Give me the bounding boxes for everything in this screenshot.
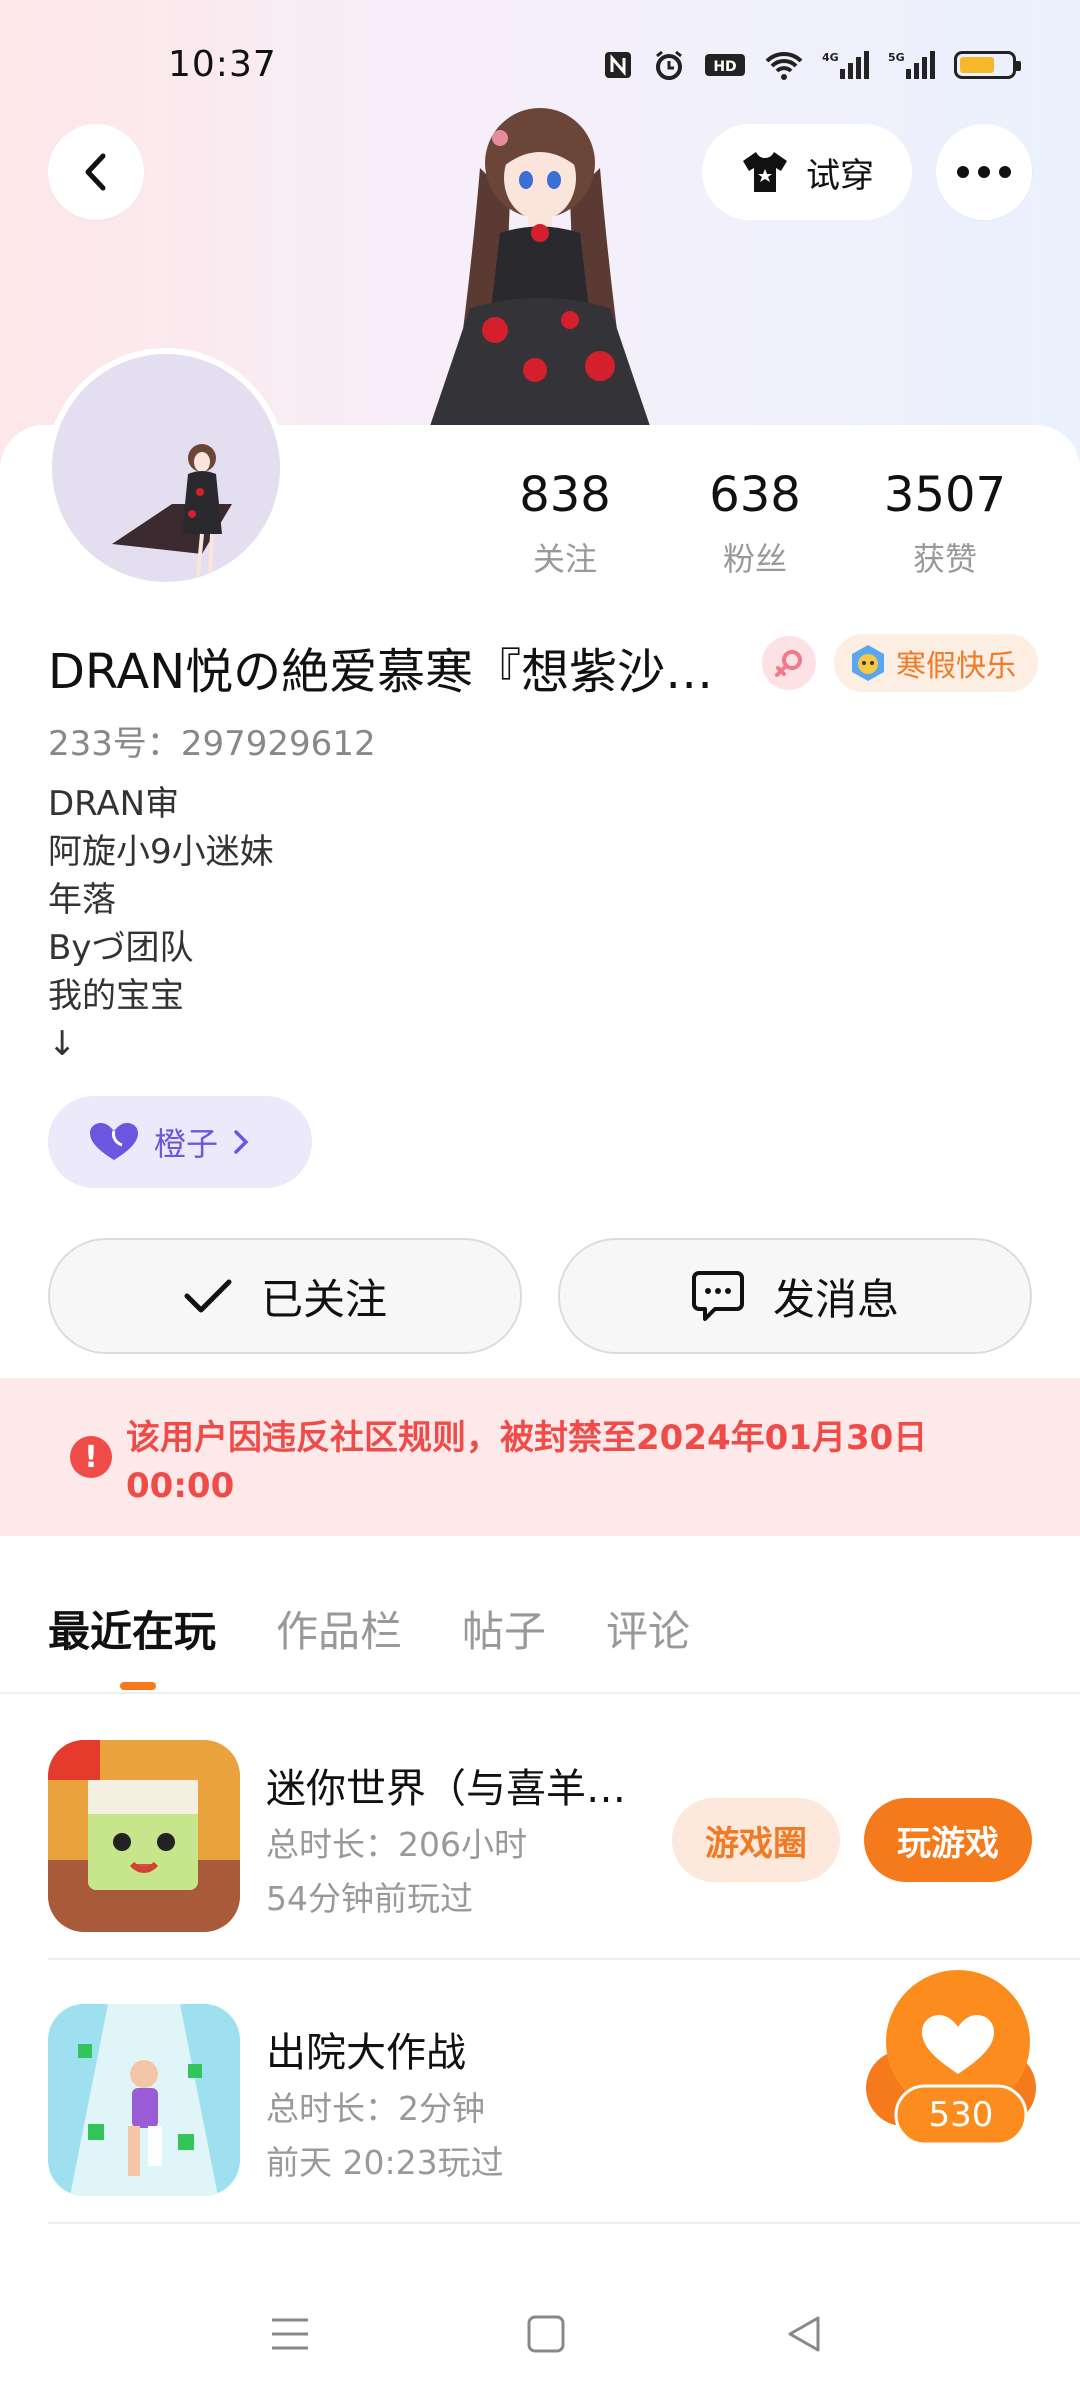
tab-posts[interactable]: 帖子 xyxy=(462,1598,546,1659)
nfc-icon xyxy=(605,52,631,78)
like-count: 530 xyxy=(928,2095,994,2135)
game-duration: 总时长：206小时 xyxy=(266,1825,527,1864)
bio-line: DRAN审 xyxy=(48,784,180,824)
game-icon-mini-world xyxy=(48,1740,240,1932)
likes-count: 3507 xyxy=(883,467,1007,523)
bio-line: ↓ xyxy=(48,1024,77,1064)
gender-female-icon xyxy=(762,636,816,690)
menu-nav-icon[interactable] xyxy=(270,2314,310,2354)
profile-stats: 838 关注 638 粉丝 3507 获赞 xyxy=(470,466,1040,580)
status-time: 10:37 xyxy=(168,44,277,85)
try-on-label: 试穿 xyxy=(806,155,874,196)
followers-label: 粉丝 xyxy=(722,540,787,578)
warning-icon: ! xyxy=(70,1436,112,1478)
avatar-thumbnail-figure xyxy=(112,444,232,577)
tab-comments[interactable]: 评论 xyxy=(606,1598,690,1659)
profile-tabs: 最近在玩 作品栏 帖子 评论 xyxy=(48,1598,690,1659)
signal-5g-icon: 5G xyxy=(888,51,935,79)
game-circle-button[interactable]: 游戏圈 xyxy=(672,1798,840,1882)
try-on-button[interactable]: 试穿 xyxy=(702,124,912,220)
play-game-button[interactable]: 玩游戏 xyxy=(864,1798,1032,1882)
game-name: 出院大作战 xyxy=(266,2030,466,2076)
wifi-icon xyxy=(765,51,803,80)
game-icon-hospital-escape xyxy=(48,2004,240,2196)
profile-name: DRAN悦の絶爱慕寒『想紫沙… xyxy=(48,644,714,700)
profile-avatar[interactable] xyxy=(46,348,286,588)
bio-line: 我的宝宝 xyxy=(48,976,184,1016)
fan-club-label: 橙子 xyxy=(154,1125,219,1163)
active-tab-indicator xyxy=(120,1682,156,1690)
badge-emblem-icon xyxy=(852,645,884,681)
tabs-divider xyxy=(0,1692,1080,1694)
bio-line: Byづ团队 xyxy=(48,928,194,968)
profile-bio: DRAN审 阿旋小9小迷妹 年落 Byづ团队 我的宝宝 ↓ xyxy=(48,780,274,1068)
stat-likes[interactable]: 3507 获赞 xyxy=(850,466,1040,580)
chevron-right-icon xyxy=(234,1130,249,1154)
bio-line: 阿旋小9小迷妹 xyxy=(48,832,274,872)
shirt-icon xyxy=(743,152,787,192)
svg-text:5G: 5G xyxy=(888,51,905,64)
bio-line: 年落 xyxy=(48,880,116,920)
game-name: 迷你世界（与喜羊… xyxy=(266,1766,626,1812)
user-id: 233号：297929612 xyxy=(48,724,376,764)
tab-works[interactable]: 作品栏 xyxy=(276,1598,402,1659)
avatar-3d-figure xyxy=(430,108,650,426)
svg-text:4G: 4G xyxy=(822,51,839,64)
send-message-label: 发消息 xyxy=(772,1274,899,1324)
badge-label: 寒假快乐 xyxy=(896,649,1016,684)
likes-label: 获赞 xyxy=(912,540,977,578)
checkmark-icon xyxy=(184,1279,232,1313)
system-nav-bar xyxy=(0,2270,1080,2400)
chat-bubble-icon xyxy=(691,1271,744,1321)
back-nav-icon[interactable] xyxy=(784,2314,824,2354)
tab-recently-played[interactable]: 最近在玩 xyxy=(48,1598,216,1659)
stat-following[interactable]: 838 关注 xyxy=(470,466,660,580)
game-list-item[interactable]: 迷你世界（与喜羊… 总时长：206小时 54分钟前玩过 游戏圈 玩游戏 xyxy=(0,1696,1080,1960)
game-duration: 总时长：2分钟 xyxy=(266,2089,485,2128)
followers-count: 638 xyxy=(709,467,801,523)
followed-label: 已关注 xyxy=(260,1274,387,1324)
more-dots-icon xyxy=(957,166,1011,178)
following-count: 838 xyxy=(519,467,611,523)
stat-followers[interactable]: 638 粉丝 xyxy=(660,466,850,580)
more-options-button[interactable] xyxy=(936,124,1032,220)
game-last-played: 54分钟前玩过 xyxy=(266,1879,473,1918)
fan-club-button[interactable]: 橙子 xyxy=(48,1096,312,1188)
svg-text:HD: HD xyxy=(713,59,736,75)
hd-voice-icon: HD xyxy=(705,54,745,76)
followed-button[interactable]: 已关注 xyxy=(48,1238,522,1354)
ban-notice-text: 该用户因违反社区规则，被封禁至2024年01月30日 00:00 xyxy=(126,1418,928,1506)
back-button[interactable] xyxy=(48,124,144,220)
game-last-played: 前天 20:23玩过 xyxy=(266,2143,504,2182)
like-floating-button[interactable]: 530 xyxy=(866,1970,1056,2156)
following-label: 关注 xyxy=(532,540,597,578)
chevron-left-icon xyxy=(85,153,106,191)
send-message-button[interactable]: 发消息 xyxy=(558,1238,1032,1354)
winter-holiday-badge[interactable]: 寒假快乐 xyxy=(834,634,1038,692)
alarm-icon xyxy=(656,50,682,80)
ban-notice: ! 该用户因违反社区规则，被封禁至2024年01月30日 00:00 xyxy=(0,1378,1080,1536)
battery-icon xyxy=(954,51,1021,79)
home-nav-icon[interactable] xyxy=(526,2314,566,2354)
row-divider xyxy=(48,2222,1080,2224)
signal-4g-icon: 4G xyxy=(822,51,869,79)
heart-icon xyxy=(90,1123,138,1160)
